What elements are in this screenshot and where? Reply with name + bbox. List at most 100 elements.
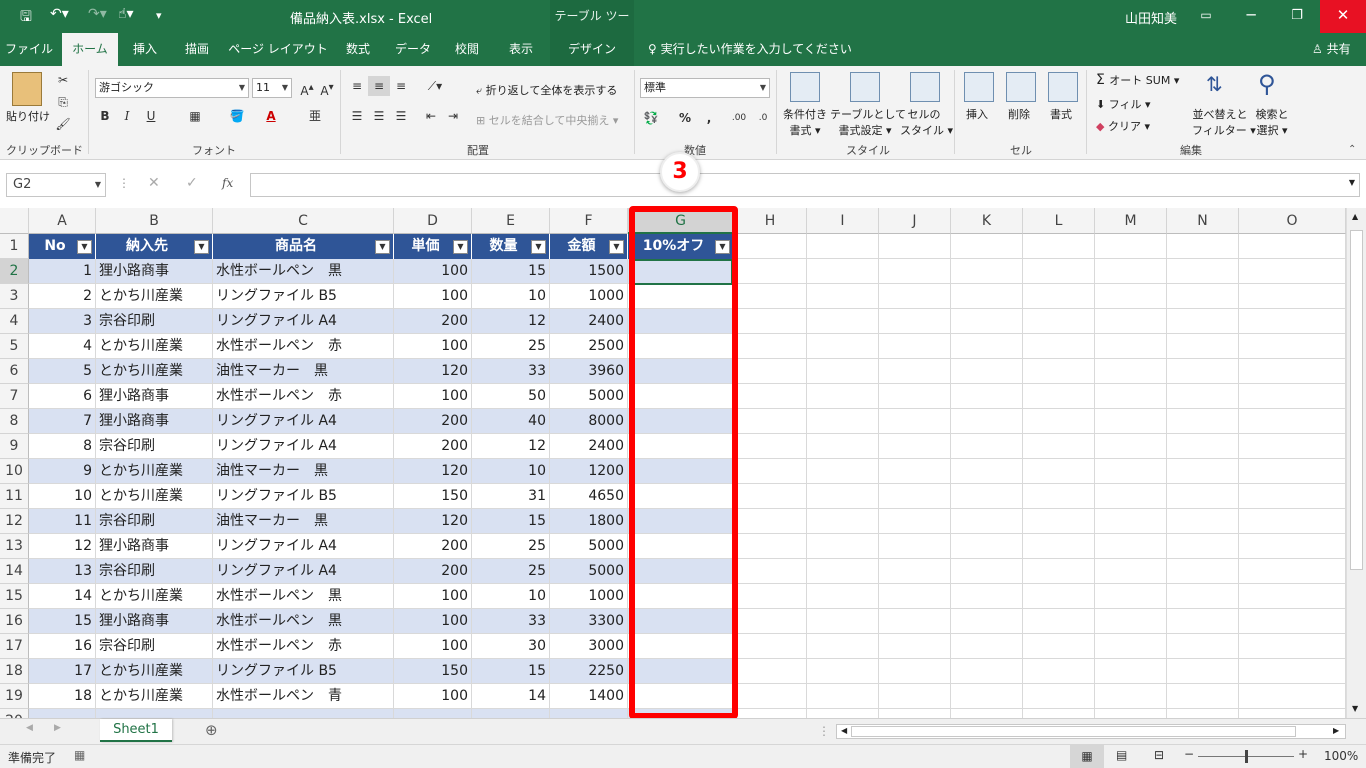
table-cell[interactable]: 200 [394,559,472,584]
table-cell[interactable]: とかち川産業 [96,459,213,484]
empty-cell[interactable] [879,509,951,534]
filter-dropdown-icon[interactable]: ▼ [609,240,624,254]
share-button[interactable]: ♙ 共有 [1312,33,1351,66]
empty-cell[interactable] [734,484,807,509]
empty-cell[interactable] [1095,284,1167,309]
empty-cell[interactable] [1239,534,1346,559]
paste-icon[interactable] [12,72,42,106]
empty-cell[interactable] [734,509,807,534]
add-sheet-icon[interactable]: ⊕ [205,721,218,739]
table-cell[interactable]: 1400 [550,684,628,709]
empty-cell[interactable] [1167,534,1239,559]
table-cell[interactable]: 2400 [550,309,628,334]
empty-cell[interactable] [1023,484,1095,509]
empty-cell[interactable] [1239,559,1346,584]
empty-cell[interactable] [1167,234,1239,259]
increase-decimal-icon[interactable]: .00 [728,108,750,128]
table-header-cell[interactable]: 商品名 ▼ [213,234,394,259]
empty-cell[interactable] [1095,559,1167,584]
table-cell[interactable]: 水性ボールペン 黒 [213,609,394,634]
name-box[interactable]: G2 ▼ [6,173,106,197]
zoom-in-icon[interactable]: + [1298,747,1308,761]
empty-cell[interactable] [1095,309,1167,334]
scroll-right-icon[interactable]: ▶ [1333,726,1339,735]
row-header[interactable]: 6 [0,359,29,384]
empty-cell[interactable] [807,309,879,334]
row-header[interactable]: 11 [0,484,29,509]
column-header-d[interactable]: D [394,208,472,234]
empty-cell[interactable] [1239,384,1346,409]
insert-function-icon[interactable]: fx [222,176,233,190]
table-cell[interactable]: 水性ボールペン 黒 [213,584,394,609]
empty-cell[interactable] [807,584,879,609]
empty-cell[interactable] [1239,234,1346,259]
empty-cell[interactable] [879,709,951,718]
empty-cell[interactable] [1023,234,1095,259]
empty-cell[interactable] [879,334,951,359]
table-cell[interactable]: 17 [29,659,96,684]
table-cell[interactable]: 8000 [550,409,628,434]
empty-cell[interactable] [1167,309,1239,334]
empty-cell[interactable] [951,584,1023,609]
empty-cell[interactable] [1095,509,1167,534]
scroll-up-icon[interactable]: ▲ [1352,212,1358,221]
table-cell[interactable]: 1000 [550,284,628,309]
empty-cell[interactable] [807,284,879,309]
scroll-left-icon[interactable]: ◀ [841,726,847,735]
empty-cell[interactable] [807,484,879,509]
empty-cell[interactable] [951,334,1023,359]
format-as-table-label[interactable]: テーブルとして 書式設定 ▾ [830,106,906,138]
align-bottom-icon[interactable]: ≡ [390,76,412,96]
table-cell[interactable]: 2500 [550,334,628,359]
table-cell[interactable]: 100 [394,609,472,634]
empty-cell[interactable] [1023,634,1095,659]
empty-cell[interactable] [1023,309,1095,334]
empty-cell[interactable] [807,709,879,718]
italic-icon[interactable]: I [116,106,138,126]
row-header[interactable]: 16 [0,609,29,634]
empty-cell[interactable] [879,359,951,384]
sheet-tab-sheet1[interactable]: Sheet1 [100,719,172,742]
empty-cell[interactable] [1167,609,1239,634]
filter-dropdown-icon[interactable]: ▼ [375,240,390,254]
decrease-decimal-icon[interactable]: .0 [752,108,774,128]
column-header-m[interactable]: M [1095,208,1167,234]
table-cell[interactable]: 水性ボールペン 赤 [213,334,394,359]
empty-cell[interactable] [1023,359,1095,384]
empty-cell[interactable] [879,259,951,284]
empty-cell[interactable] [734,434,807,459]
empty-cell[interactable] [1239,584,1346,609]
format-painter-icon[interactable]: 🖌 [52,114,74,134]
cut-icon[interactable]: ✂ [52,70,74,90]
table-cell[interactable]: 狸小路商事 [96,534,213,559]
empty-cell[interactable] [1167,434,1239,459]
empty-cell[interactable] [1095,384,1167,409]
format-cells-icon[interactable] [1048,72,1078,102]
undo-icon[interactable]: ↶▾ [50,6,69,22]
empty-cell[interactable] [807,334,879,359]
empty-cell[interactable] [807,609,879,634]
table-cell[interactable]: リングファイル A4 [213,409,394,434]
borders-icon[interactable]: ▦ [184,106,206,126]
row-header[interactable]: 9 [0,434,29,459]
column-header-a[interactable]: A [29,208,96,234]
table-cell[interactable]: とかち川産業 [96,659,213,684]
collapse-ribbon-icon[interactable]: ⌃ [1348,144,1356,155]
empty-cell[interactable] [1095,409,1167,434]
empty-cell[interactable] [1023,609,1095,634]
empty-cell[interactable] [807,459,879,484]
cancel-icon[interactable]: ✕ [148,175,160,191]
empty-cell[interactable] [734,309,807,334]
column-header-b[interactable]: B [96,208,213,234]
row-header[interactable]: 10 [0,459,29,484]
empty-cell[interactable] [734,634,807,659]
empty-cell[interactable] [879,459,951,484]
touch-mode-icon[interactable]: ☝▾ [118,6,134,22]
macro-record-icon[interactable]: ▦ [74,748,85,762]
expand-formula-icon[interactable]: ▼ [1349,178,1355,187]
empty-cell[interactable] [1023,509,1095,534]
table-header-cell[interactable]: No ▼ [29,234,96,259]
table-cell[interactable]: リングファイル A4 [213,559,394,584]
table-cell[interactable]: とかち川産業 [96,484,213,509]
empty-cell[interactable] [807,684,879,709]
